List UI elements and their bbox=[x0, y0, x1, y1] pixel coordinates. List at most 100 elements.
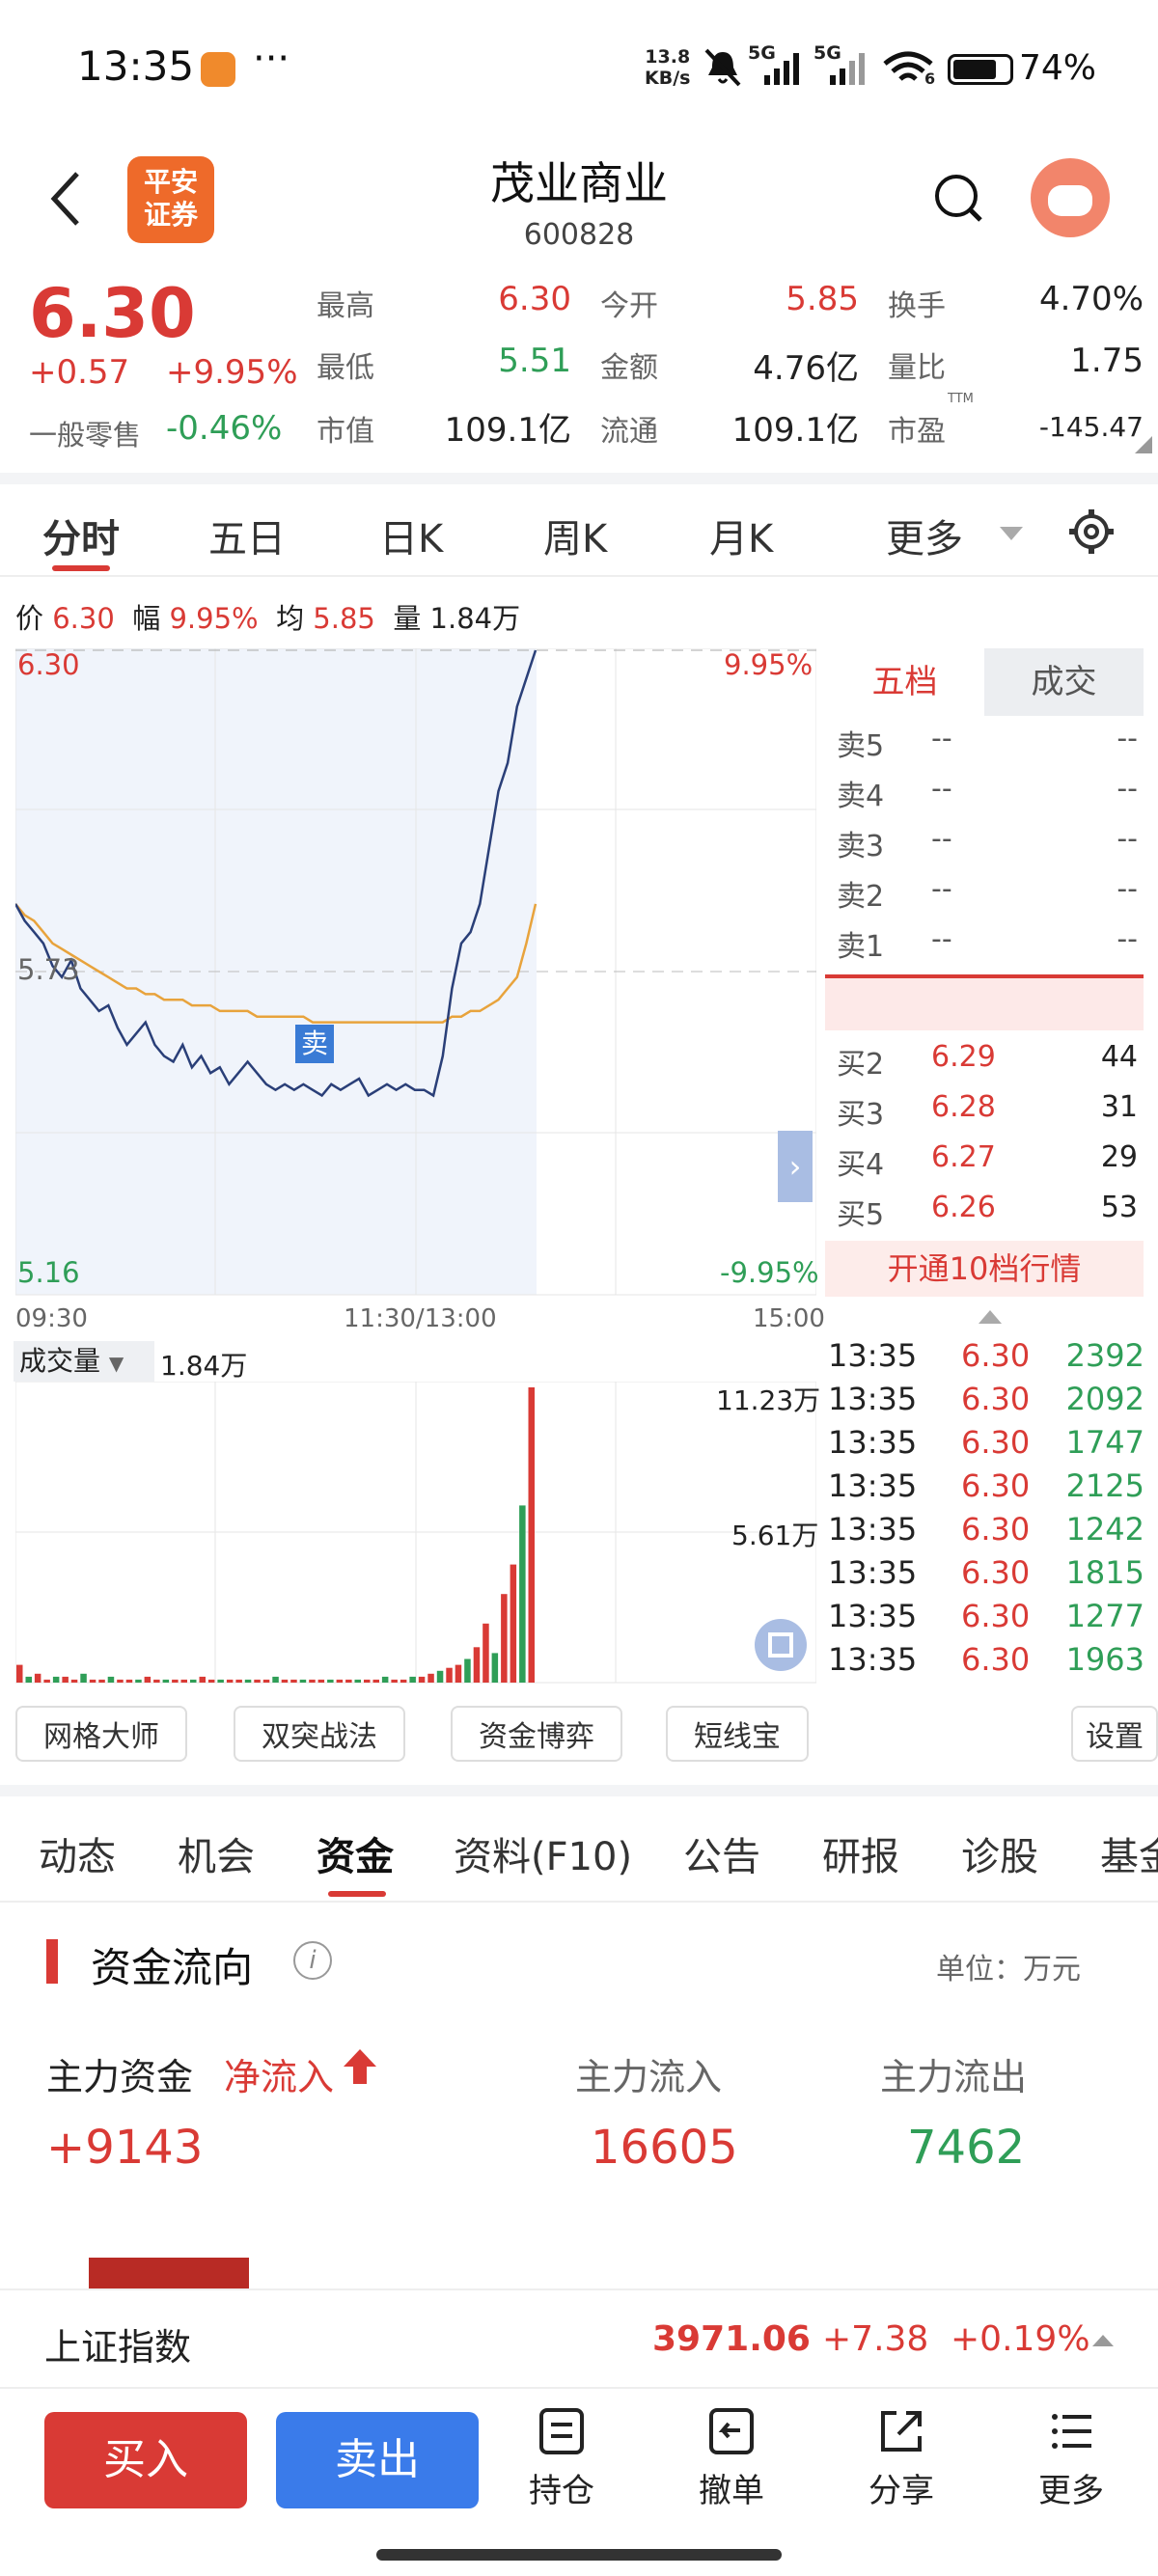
bid-row[interactable]: 买4 6.27 29 bbox=[825, 1133, 1144, 1183]
wifi-sub: 6 bbox=[924, 69, 936, 88]
current-price: 6.30 bbox=[29, 274, 196, 353]
tool-settings[interactable]: 设置 bbox=[1071, 1706, 1158, 1762]
volume-bar bbox=[144, 1676, 152, 1683]
scroll-up-icon[interactable] bbox=[979, 1308, 1002, 1324]
amount-value: 4.76亿 bbox=[753, 349, 859, 388]
amount-label: 金额 bbox=[600, 351, 658, 385]
trade-price: 6.30 bbox=[961, 1337, 1031, 1374]
cancel-order-button[interactable]: 撤单 bbox=[674, 2407, 789, 2511]
main-outflow-label: 主力流出 bbox=[880, 2056, 1028, 2098]
volume-indicator-select[interactable]: 成交量 ▼ bbox=[14, 1341, 154, 1382]
ask-row: 卖2 -- -- bbox=[825, 864, 1144, 915]
positions-button[interactable]: 持仓 bbox=[504, 2407, 620, 2511]
cancel-order-icon bbox=[709, 2408, 754, 2454]
sell-button[interactable]: 卖出 bbox=[276, 2412, 479, 2508]
info-avg-label: 均 bbox=[276, 602, 305, 635]
tool-grid-master[interactable]: 网格大师 bbox=[15, 1706, 187, 1762]
bid-volume: 29 bbox=[1100, 1140, 1138, 1174]
tab-diagnose[interactable]: 诊股 bbox=[961, 1825, 1038, 1881]
ask-volume: -- bbox=[1117, 722, 1138, 755]
tab-announcements[interactable]: 公告 bbox=[683, 1825, 760, 1881]
tab-weekly-k[interactable]: 周K bbox=[543, 507, 607, 563]
volume-bar bbox=[317, 1679, 325, 1683]
more-button[interactable]: 更多 bbox=[1013, 2407, 1129, 2511]
search-icon[interactable] bbox=[930, 170, 988, 228]
tab-opportunity[interactable]: 机会 bbox=[178, 1825, 255, 1881]
ask-label: 卖2 bbox=[837, 880, 885, 914]
tab-trades[interactable]: 成交 bbox=[984, 648, 1144, 716]
turnover-label: 换手 bbox=[888, 289, 946, 323]
orderbook-tabs: 五档 成交 bbox=[825, 648, 1144, 716]
settings-icon[interactable] bbox=[1067, 507, 1116, 556]
tool-double-breakout[interactable]: 双突战法 bbox=[234, 1706, 405, 1762]
trade-volume: 2092 bbox=[1065, 1381, 1144, 1417]
bid-price: 6.26 bbox=[931, 1191, 996, 1224]
trade-time: 13:35 bbox=[828, 1554, 918, 1591]
tab-five-day[interactable]: 五日 bbox=[208, 507, 286, 563]
share-label: 分享 bbox=[868, 2472, 934, 2510]
dropdown-icon[interactable] bbox=[1000, 527, 1023, 542]
volume-bar bbox=[199, 1676, 206, 1683]
tab-more[interactable]: 更多 bbox=[886, 507, 963, 563]
bid-row[interactable]: 买3 6.28 31 bbox=[825, 1082, 1144, 1133]
volume-ratio-label: 量比 bbox=[888, 351, 946, 385]
expand-up-icon[interactable] bbox=[1092, 2333, 1114, 2348]
tab-funds[interactable]: 资金 bbox=[317, 1825, 394, 1881]
index-strip[interactable]: 上证指数 3971.06 +7.38 +0.19% bbox=[0, 2288, 1158, 2389]
sell-marker[interactable]: 卖 bbox=[295, 1025, 334, 1063]
turnover-value: 4.70% bbox=[1038, 280, 1144, 318]
price-change-pct: +9.95% bbox=[166, 353, 298, 392]
ask-price: -- bbox=[931, 822, 952, 856]
tool-fund-game[interactable]: 资金博弈 bbox=[451, 1706, 622, 1762]
bid-row[interactable]: 买2 6.29 44 bbox=[825, 1032, 1144, 1082]
info-icon[interactable]: i bbox=[293, 1941, 332, 1980]
status-time: 13:35 bbox=[77, 42, 195, 90]
sector-change[interactable]: -0.46% bbox=[166, 409, 282, 448]
float-cap-value: 109.1亿 bbox=[731, 411, 859, 450]
tab-indicator bbox=[52, 565, 110, 571]
bid-row[interactable]: 买5 6.26 53 bbox=[825, 1183, 1144, 1233]
ask-price: -- bbox=[931, 772, 952, 806]
back-icon[interactable] bbox=[46, 170, 85, 228]
expand-panel-icon[interactable]: › bbox=[778, 1131, 813, 1202]
buy-button[interactable]: 买入 bbox=[44, 2412, 247, 2508]
volume-bar bbox=[207, 1679, 215, 1683]
trade-volume: 1815 bbox=[1065, 1554, 1144, 1591]
tab-monthly-k[interactable]: 月K bbox=[709, 507, 773, 563]
volume-bar bbox=[528, 1387, 535, 1683]
float-cap-label: 流通 bbox=[600, 415, 658, 449]
tab-news[interactable]: 动态 bbox=[39, 1825, 116, 1881]
volume-value: 1.84万 bbox=[160, 1350, 248, 1382]
volume-bar bbox=[281, 1679, 289, 1683]
fullscreen-icon[interactable] bbox=[755, 1619, 807, 1671]
trade-time: 13:35 bbox=[828, 1598, 918, 1634]
expand-corner-icon[interactable] bbox=[1135, 436, 1152, 453]
volume-bar bbox=[217, 1679, 224, 1683]
tool-short-line[interactable]: 短线宝 bbox=[666, 1706, 809, 1762]
tab-fund[interactable]: 基金 bbox=[1100, 1825, 1158, 1881]
volume-bar bbox=[180, 1679, 187, 1683]
tab-daily-k[interactable]: 日K bbox=[379, 507, 443, 563]
info-amp-label: 幅 bbox=[132, 602, 161, 635]
broker-logo[interactable]: 平安 证券 bbox=[127, 156, 214, 243]
volume-bar bbox=[162, 1679, 170, 1683]
bid-volume: 53 bbox=[1100, 1191, 1138, 1224]
tab-research[interactable]: 研报 bbox=[822, 1825, 899, 1881]
stock-header: 平安 证券 茂业商业 600828 bbox=[0, 135, 1158, 270]
ask-price: -- bbox=[931, 722, 952, 755]
info-vol-label: 量 bbox=[393, 602, 422, 635]
volume-bar bbox=[345, 1679, 352, 1683]
main-fund-label: 主力资金 bbox=[46, 2056, 194, 2098]
intraday-price-chart[interactable] bbox=[15, 648, 816, 1297]
trade-row: 13:35 6.30 1815 bbox=[828, 1550, 1146, 1594]
tab-five-levels[interactable]: 五档 bbox=[825, 648, 984, 716]
bid-volume: 44 bbox=[1100, 1040, 1138, 1074]
assistant-avatar-icon[interactable] bbox=[1031, 158, 1110, 237]
upgrade-10-levels-button[interactable]: 开通10档行情 bbox=[825, 1241, 1144, 1297]
sector-label[interactable]: 一般零售 bbox=[29, 413, 141, 453]
tab-f10[interactable]: 资料(F10) bbox=[454, 1825, 632, 1881]
share-button[interactable]: 分享 bbox=[843, 2407, 959, 2511]
chart-tabs: 分时 五日 日K 周K 月K 更多 bbox=[0, 484, 1158, 577]
ask-row: 卖4 -- -- bbox=[825, 764, 1144, 814]
tab-intraday[interactable]: 分时 bbox=[42, 507, 120, 563]
